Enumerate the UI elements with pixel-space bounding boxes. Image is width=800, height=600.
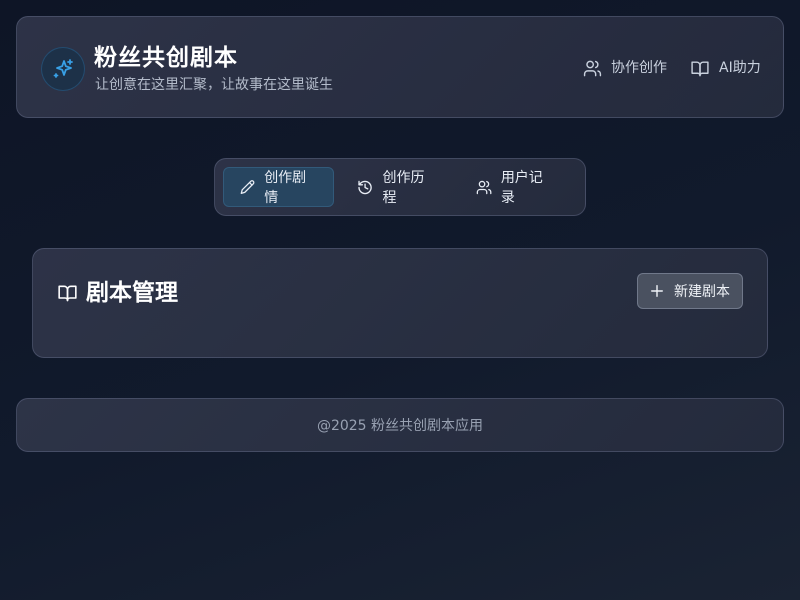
collab-link[interactable]: 协作创作 bbox=[583, 57, 667, 79]
tab-history-label: 创作历程 bbox=[382, 170, 425, 206]
footer-copyright: @2025 粉丝共创剧本应用 bbox=[316, 418, 484, 434]
tab-create-story-label: 创作剧情 bbox=[264, 170, 307, 206]
app-header: 粉丝共创剧本 让创意在这里汇聚，让故事在这里诞生 协作创作 AI助力 bbox=[16, 16, 784, 118]
book-open-icon bbox=[691, 60, 709, 76]
app-title: 粉丝共创剧本 bbox=[94, 45, 238, 71]
tab-history[interactable]: 创作历程 bbox=[340, 167, 452, 207]
panel-header: 剧本管理 bbox=[57, 277, 178, 309]
history-icon bbox=[358, 180, 373, 194]
new-script-button[interactable]: 新建剧本 bbox=[637, 273, 743, 309]
book-open-icon bbox=[58, 285, 77, 302]
app-logo bbox=[41, 47, 85, 91]
main-tabs: 创作剧情 创作历程 用户记录 bbox=[214, 158, 586, 216]
pencil-icon bbox=[240, 180, 255, 194]
panel-title: 剧本管理 bbox=[86, 280, 178, 306]
users-icon bbox=[583, 60, 602, 76]
tab-create-story[interactable]: 创作剧情 bbox=[223, 167, 335, 207]
users-icon bbox=[476, 180, 492, 194]
tab-user-records-label: 用户记录 bbox=[500, 170, 543, 206]
plus-icon bbox=[651, 285, 663, 297]
ai-assist-link-label: AI助力 bbox=[719, 60, 761, 76]
ai-assist-link[interactable]: AI助力 bbox=[690, 57, 761, 79]
tab-user-records[interactable]: 用户记录 bbox=[459, 167, 571, 207]
sparkles-icon bbox=[53, 59, 73, 78]
app-subtitle: 让创意在这里汇聚，让故事在这里诞生 bbox=[95, 77, 333, 93]
script-management-panel: 剧本管理 新建剧本 bbox=[32, 248, 768, 358]
collab-link-label: 协作创作 bbox=[611, 60, 667, 76]
app-footer: @2025 粉丝共创剧本应用 bbox=[16, 398, 784, 452]
new-script-button-label: 新建剧本 bbox=[674, 284, 730, 300]
